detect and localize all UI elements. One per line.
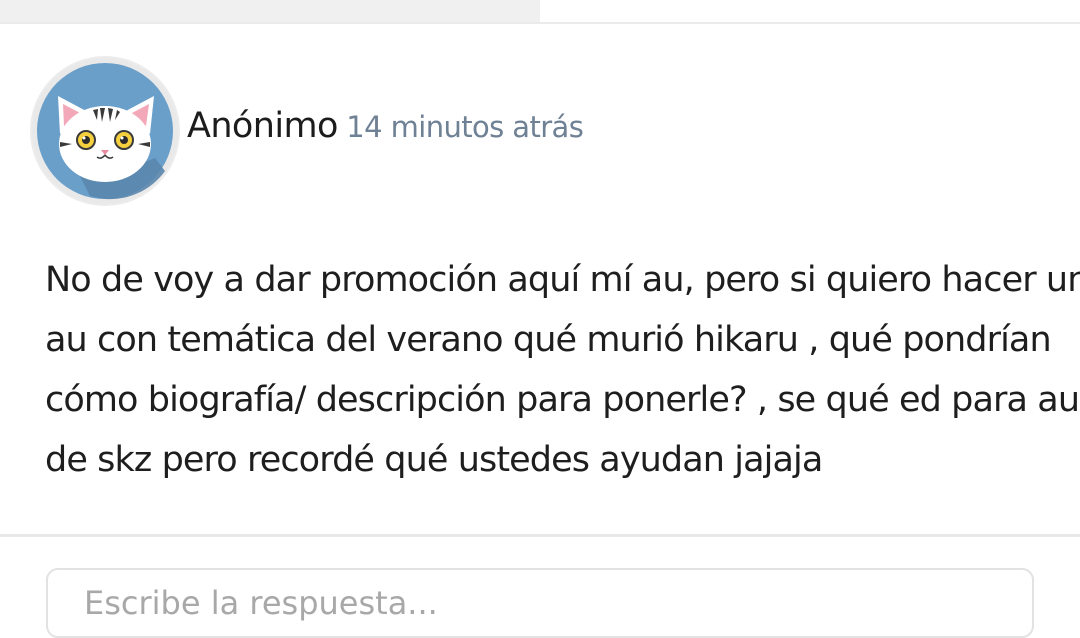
divider: [0, 534, 1080, 537]
tab-left[interactable]: [0, 0, 540, 22]
post-body-line: No de voy a dar promoción aquí mí au, pe…: [45, 260, 1080, 300]
avatar[interactable]: [30, 56, 180, 206]
post-body-line: au con temática del verano qué murió hik…: [45, 320, 1052, 360]
post-body: No de voy a dar promoción aquí mí au, pe…: [45, 250, 1080, 490]
author-name[interactable]: Anónimo: [187, 106, 338, 146]
author-line: Anónimo 14 minutos atrás: [187, 106, 584, 146]
post-body-line: de skz pero recordé qué ustedes ayudan j…: [45, 440, 823, 480]
post-timestamp: 14 minutos atrás: [346, 110, 584, 144]
top-tab-strip: [0, 0, 1080, 24]
post-body-line: cómo biografía/ descripción para ponerle…: [45, 380, 1080, 420]
post-header: Anónimo 14 minutos atrás: [0, 24, 1080, 234]
cat-face-icon: [32, 58, 178, 204]
comment-input[interactable]: [46, 568, 1034, 638]
